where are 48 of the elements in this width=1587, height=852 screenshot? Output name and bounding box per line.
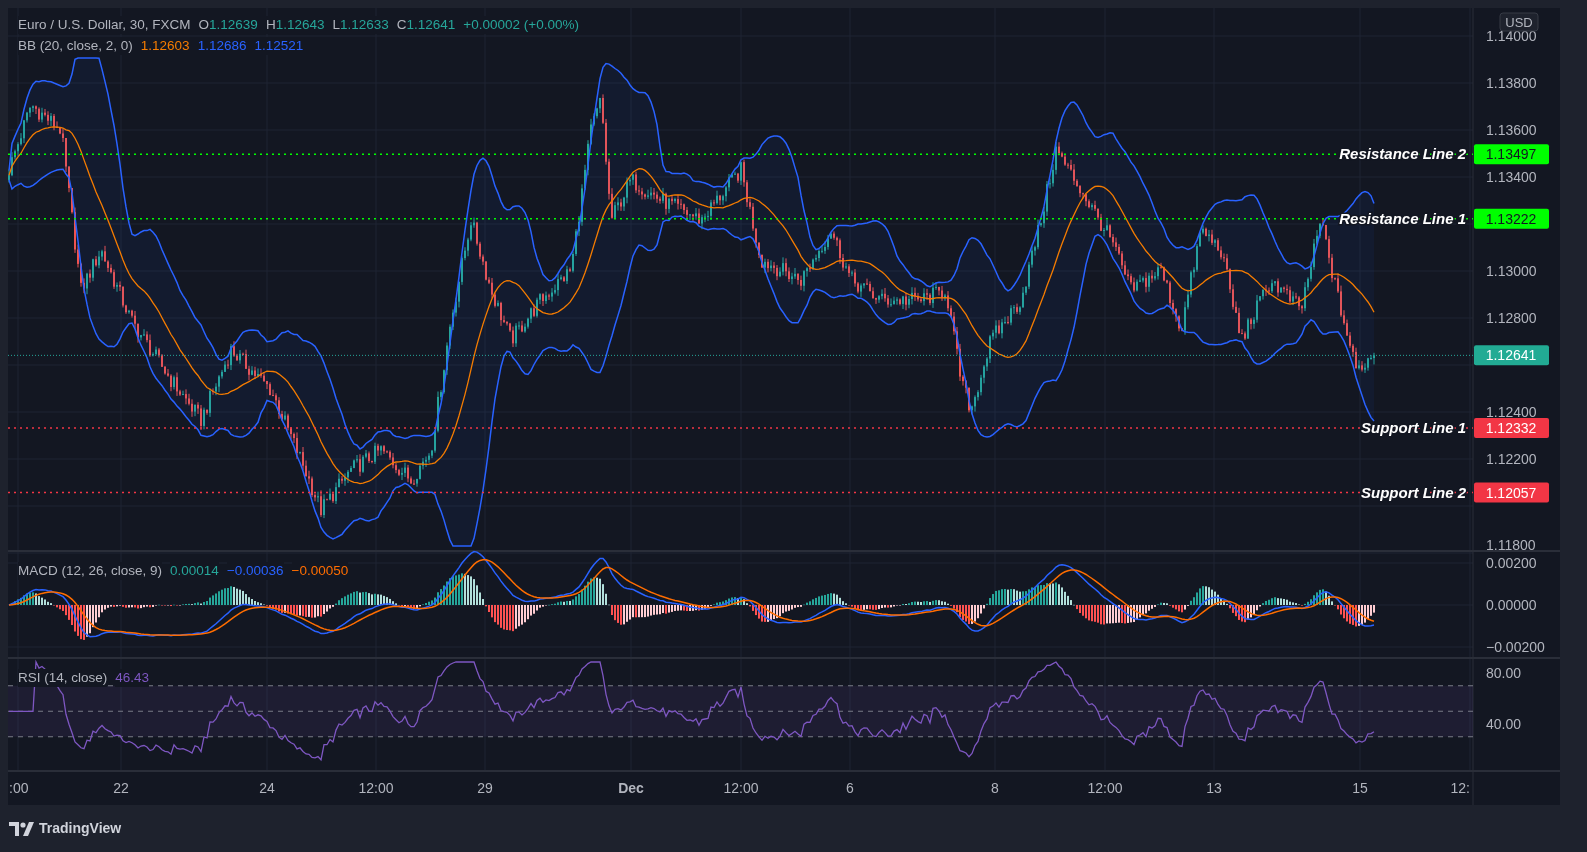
price-axis-label: 1.12400: [1486, 404, 1537, 420]
time-axis-label: 6: [846, 780, 854, 796]
indicator-title: BB (20, close, 2, 0): [18, 37, 133, 55]
price-tag: 1.12057: [1474, 482, 1549, 503]
time-axis-label: 8: [991, 780, 999, 796]
time-axis-label: :00: [9, 780, 29, 796]
price-tag: 1.13222: [1474, 208, 1549, 229]
time-axis-label: 13: [1206, 780, 1222, 796]
rsi-axis-label: 80.00: [1486, 665, 1522, 681]
logo-icon: [9, 821, 35, 836]
price-axis-label: 1.11800: [1486, 537, 1536, 553]
indicator-title: RSI (14, close): [18, 669, 108, 687]
price-axis-label: 1.12200: [1486, 451, 1537, 467]
price-tag: 1.12332: [1474, 418, 1549, 438]
level-label: Support Line 1: [1361, 419, 1466, 436]
level-label: Resistance Line 2: [1339, 145, 1466, 163]
macd-axis-label: −0.00200: [1486, 639, 1545, 655]
time-axis-label: 12:: [1450, 780, 1470, 796]
indicator-value: −0.00036: [226, 562, 284, 580]
last-price-tag: 1.12641: [1474, 345, 1549, 366]
legend-title: Euro / U.S. Dollar, 30, FXCM: [18, 16, 191, 34]
time-axis-label: 12:00: [723, 780, 759, 796]
indicator-value: 46.43: [115, 669, 150, 687]
currency-badge: USD: [1499, 12, 1539, 32]
price-change: +0.00002 (+0.00%): [463, 16, 579, 34]
time-axis-label: 29: [477, 780, 493, 796]
indicator-value: 1.12521: [254, 37, 304, 55]
time-axis-label: 22: [113, 780, 129, 796]
time-axis-label: Dec: [618, 780, 644, 796]
level-label: Support Line 2: [1361, 483, 1466, 501]
brand-name[interactable]: TradingView: [39, 818, 122, 839]
time-axis-label: 12:00: [1087, 780, 1123, 796]
price-axis-label: 1.13000: [1486, 263, 1537, 279]
time-axis-label: 12:00: [358, 780, 394, 796]
price-axis-label: 1.13400: [1486, 169, 1537, 185]
indicator-title: MACD (12, 26, close, 9): [18, 562, 163, 580]
time-axis-label: 24: [259, 780, 275, 796]
price-axis-label: 1.13800: [1486, 75, 1537, 91]
macd-axis-label: 0.00200: [1486, 555, 1537, 571]
ohlc-value: L1.12633: [332, 16, 389, 34]
price-axis-label: 1.13600: [1486, 122, 1537, 138]
price-tag: 1.13497: [1474, 144, 1549, 165]
price-axis-label: 1.12800: [1486, 310, 1537, 326]
level-label: Resistance Line 1: [1339, 209, 1466, 227]
macd-axis-label: 0.00000: [1486, 597, 1537, 613]
rsi-axis-label: 40.00: [1486, 716, 1522, 732]
ohlc-value: H1.12643: [265, 16, 325, 34]
time-axis-label: 15: [1352, 780, 1368, 796]
